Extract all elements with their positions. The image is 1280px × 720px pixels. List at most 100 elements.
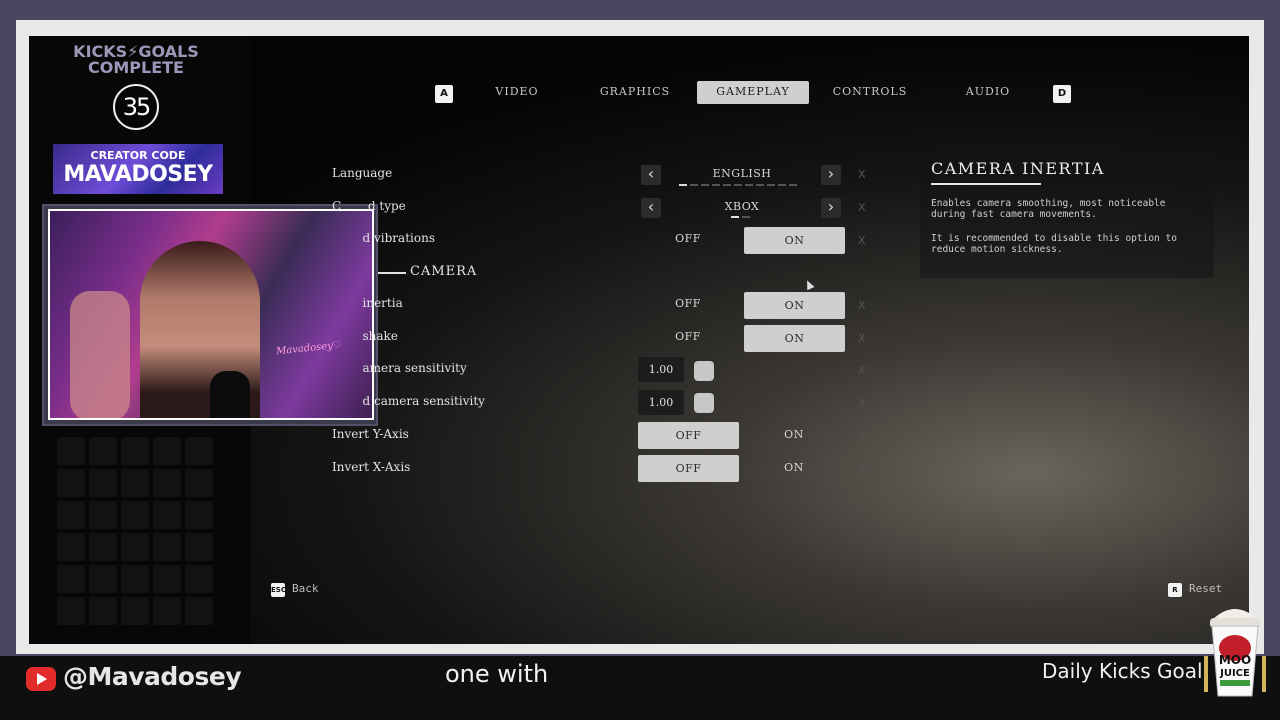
grid-cell: [185, 533, 213, 561]
channel-handle: @Mavadosey: [63, 662, 242, 691]
description-title: CAMERA INERTIA: [931, 159, 1105, 178]
grid-cell: [185, 437, 213, 465]
aim-camera-sensitivity-label: d camera sensitivity: [332, 394, 485, 408]
language-next-button[interactable]: ›: [821, 165, 841, 185]
grid-cell: [57, 565, 85, 593]
creator-code-label: CREATOR CODE: [90, 149, 186, 162]
aim-camera-sensitivity-value[interactable]: 1.00: [638, 390, 684, 415]
camera-sensitivity-value[interactable]: 1.00: [638, 357, 684, 382]
chevron-left-icon: ‹: [647, 197, 655, 216]
kicks-goals-count: 35: [113, 84, 159, 130]
controller-prev-button[interactable]: ‹: [641, 198, 661, 218]
grid-cell: [121, 597, 149, 625]
camera-inertia-off-option[interactable]: OFF: [658, 297, 718, 310]
grid-cell: [121, 533, 149, 561]
camera-shake-reset-icon[interactable]: X: [858, 332, 866, 345]
tab-gameplay[interactable]: GAMEPLAY: [697, 81, 809, 104]
back-key-icon: ESC: [271, 583, 286, 597]
controller-type-value: XBOX: [724, 200, 760, 213]
creator-code-name: MAVADOSEY: [63, 162, 213, 187]
language-reset-icon[interactable]: X: [858, 168, 866, 181]
grid-cell: [57, 533, 85, 561]
grid-cell: [89, 533, 117, 561]
grid-cell: [57, 597, 85, 625]
camera-sensitivity-slider-handle[interactable]: [694, 361, 714, 381]
grid-cell: [185, 469, 213, 497]
invert-y-off-option[interactable]: OFF: [638, 422, 739, 449]
camera-inertia-on-option[interactable]: ON: [744, 292, 845, 319]
kicks-goals-title: KICKS⚡GOALS COMPLETE: [73, 42, 199, 77]
camera-inertia-label: inertia: [332, 296, 403, 310]
section-divider: [378, 272, 406, 274]
camera-shake-label: shake: [332, 329, 398, 343]
invert-x-reset-icon[interactable]: X: [858, 462, 866, 475]
vibrations-off-option[interactable]: OFF: [658, 232, 718, 245]
aim-camera-sensitivity-reset-icon[interactable]: X: [858, 397, 866, 410]
camera-inertia-reset-icon[interactable]: X: [858, 299, 866, 312]
reset-button[interactable]: Reset: [1189, 582, 1222, 595]
grid-cell: [121, 501, 149, 529]
grid-cell: [185, 597, 213, 625]
invert-x-label: Invert X-Axis: [332, 460, 411, 474]
grid-cell: [89, 565, 117, 593]
moo-juice-sponsor-logo: MOO JUICE: [1204, 609, 1266, 697]
controller-page-indicator: [731, 216, 750, 218]
grid-cell: [153, 469, 181, 497]
description-underline: [931, 183, 1041, 185]
tab-next-key[interactable]: D: [1053, 85, 1071, 103]
language-value: ENGLISH: [712, 167, 772, 180]
grid-cell: [153, 437, 181, 465]
tab-video[interactable]: VIDEO: [470, 81, 564, 104]
grid-cell: [153, 597, 181, 625]
camera-sensitivity-label: amera sensitivity: [332, 361, 467, 375]
grid-cell: [89, 437, 117, 465]
daily-goal-ticker: Daily Kicks Goal: [1042, 659, 1203, 683]
camera-sensitivity-reset-icon[interactable]: X: [858, 364, 866, 377]
vibrations-label: d vibrations: [332, 231, 435, 245]
invert-y-on-option[interactable]: ON: [764, 428, 824, 441]
chevron-left-icon: ‹: [647, 164, 655, 183]
vibrations-reset-icon[interactable]: X: [858, 234, 866, 247]
youtube-icon: [26, 667, 56, 691]
webcam-chair: [70, 291, 130, 418]
section-camera-title: CAMERA: [410, 264, 478, 279]
live-caption: one with: [445, 660, 549, 688]
tab-prev-key[interactable]: A: [435, 85, 453, 103]
aim-camera-sensitivity-slider-handle[interactable]: [694, 393, 714, 413]
chevron-right-icon: ›: [827, 197, 835, 216]
reset-key-icon: R: [1168, 583, 1182, 597]
grid-cell: [185, 565, 213, 593]
grid-cell: [57, 437, 85, 465]
controller-reset-icon[interactable]: X: [858, 201, 866, 214]
camera-shake-off-option[interactable]: OFF: [658, 330, 718, 343]
controller-next-button[interactable]: ›: [821, 198, 841, 218]
grid-cell: [89, 501, 117, 529]
grid-cell: [89, 597, 117, 625]
invert-x-off-option[interactable]: OFF: [638, 455, 739, 482]
camera-shake-on-option[interactable]: ON: [744, 325, 845, 352]
invert-y-reset-icon[interactable]: X: [858, 429, 866, 442]
webcam-feed: Mavadosey♡: [48, 209, 374, 420]
grid-cell: [153, 565, 181, 593]
description-text-2: It is recommended to disable this option…: [931, 233, 1177, 255]
language-prev-button[interactable]: ‹: [641, 165, 661, 185]
svg-text:JUICE: JUICE: [1219, 668, 1250, 679]
grid-cell: [121, 469, 149, 497]
vibrations-on-option[interactable]: ON: [744, 227, 845, 254]
grid-cell: [185, 501, 213, 529]
tab-audio[interactable]: AUDIO: [941, 81, 1035, 104]
chevron-right-icon: ›: [827, 164, 835, 183]
grid-cell: [153, 501, 181, 529]
grid-cell: [121, 437, 149, 465]
description-text-1: Enables camera smoothing, most noticeabl…: [931, 198, 1166, 220]
grid-cell: [57, 469, 85, 497]
tab-controls[interactable]: CONTROLS: [823, 81, 917, 104]
invert-x-on-option[interactable]: ON: [764, 461, 824, 474]
language-label: Language: [332, 166, 393, 180]
tab-graphics[interactable]: GRAPHICS: [588, 81, 682, 104]
language-page-indicator: [679, 184, 797, 186]
microphone-icon: [210, 371, 250, 418]
back-button[interactable]: Back: [292, 582, 319, 595]
overlay-grid: [57, 437, 217, 627]
svg-text:MOO: MOO: [1219, 653, 1251, 667]
